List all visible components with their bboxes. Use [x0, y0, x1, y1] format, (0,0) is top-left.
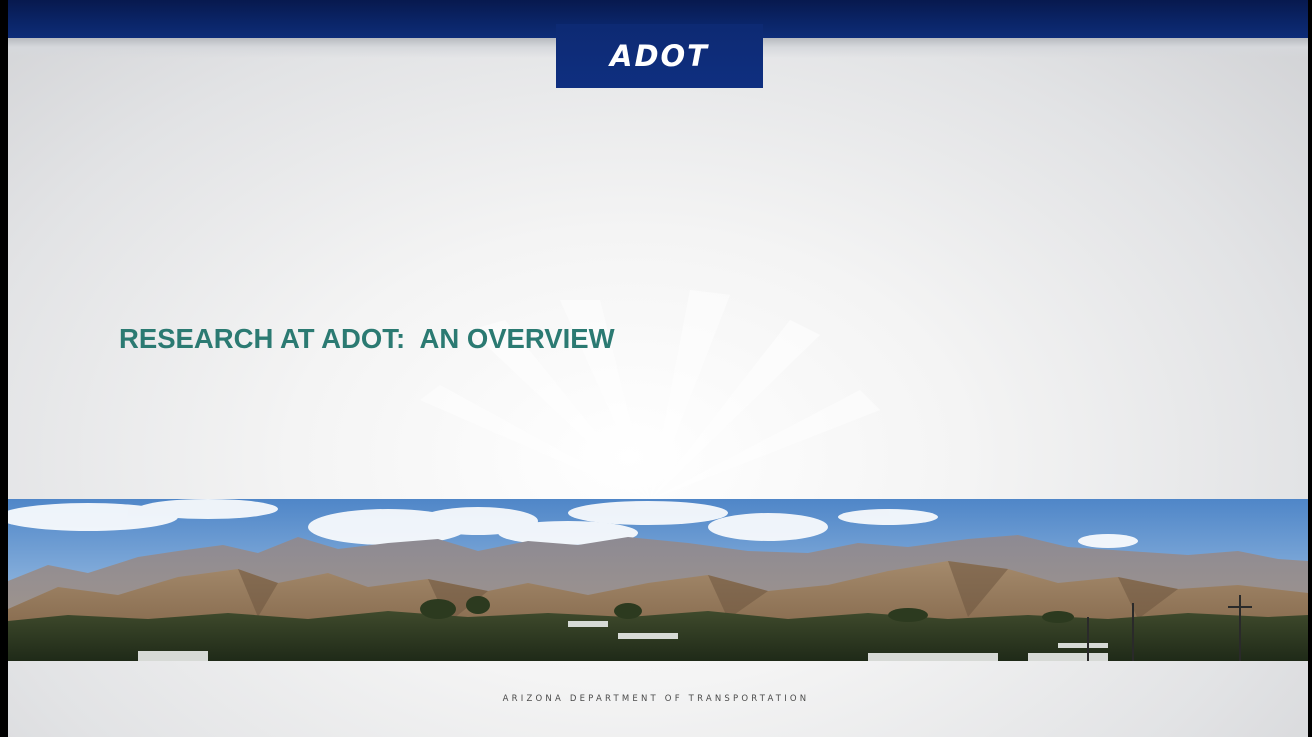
- slide-frame-left: [0, 0, 8, 737]
- logo-text: ADOT: [610, 39, 709, 73]
- slide-title: RESEARCH AT ADOT: AN OVERVIEW: [119, 323, 615, 354]
- presentation-slide: ADOT RESEARCH AT ADOT: AN OVERVIEW ARIZO…: [0, 0, 1312, 737]
- mountain-panorama-photo: [8, 499, 1308, 661]
- slide-frame-right: [1308, 0, 1312, 737]
- footer-organization-name: ARIZONA DEPARTMENT OF TRANSPORTATION: [502, 694, 810, 704]
- panorama-illustration: [8, 499, 1308, 661]
- adot-logo: ADOT: [556, 24, 763, 88]
